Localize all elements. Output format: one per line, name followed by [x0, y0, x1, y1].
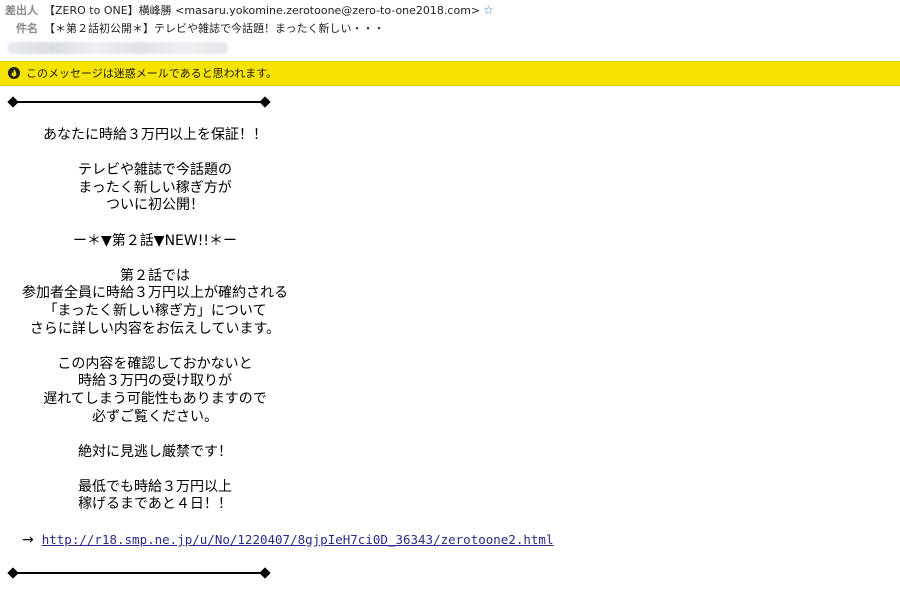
from-row: 差出人 【ZERO to ONE】横峰勝 <masaru.yokomine.zer…: [0, 1, 494, 19]
body-line: この内容を確認しておかないと: [57, 355, 253, 372]
junk-mail-banner: このメッセージは迷惑メールであると思われます。: [0, 61, 900, 86]
subject-row: 件名 【＊第２話初公開＊】テレビや雑誌で今話題！まったく新しい・・・: [0, 20, 385, 38]
star-icon[interactable]: ☆: [483, 1, 494, 19]
body-line: 時給３万円の受け取りが: [78, 373, 232, 390]
top-divider: [7, 96, 271, 108]
body-link[interactable]: http://r18.smp.ne.jp/u/No/1220407/8gjpIe…: [42, 532, 554, 547]
body-line: まったく新しい稼ぎ方が: [78, 179, 232, 196]
body-line: さらに詳しい内容をお伝えしています。: [29, 320, 281, 337]
arrow-icon: →: [22, 532, 34, 548]
message-header: 差出人 【ZERO to ONE】横峰勝 <masaru.yokomine.zer…: [0, 0, 900, 58]
body-line: 絶対に見逃し厳禁です！: [78, 443, 232, 460]
body-line: テレビや雑誌で今話題の: [78, 162, 232, 179]
link-row: → http://r18.smp.ne.jp/u/No/1220407/8gjpI…: [22, 531, 553, 550]
body-line: 「まったく新しい稼ぎ方」について: [43, 302, 267, 319]
redacted-recipient: [8, 42, 228, 54]
body-line: あなたに時給３万円以上を保証！！: [43, 127, 267, 143]
from-label: 差出人: [5, 4, 38, 17]
body-line: 第２話では: [120, 267, 190, 284]
flame-icon: [8, 67, 20, 79]
body-line: 最低でも時給３万円以上: [78, 478, 232, 495]
body-line: 必ずご覧ください。: [92, 408, 218, 425]
subject-label: 件名: [16, 22, 38, 35]
body-line: ー＊▼第２話▼NEW!!＊ー: [73, 232, 237, 249]
body-line: ついに初公開！: [106, 197, 204, 214]
message-body: あなたに時給３万円以上を保証！！ テレビや雑誌で今話題の まったく新しい稼ぎ方が つい…: [0, 127, 310, 514]
junk-banner-text: このメッセージは迷惑メールであると思われます。: [26, 67, 278, 80]
from-value[interactable]: 【ZERO to ONE】横峰勝 <masaru.yokomine.zeroto…: [44, 4, 480, 17]
body-line: 参加者全員に時給３万円以上が確約される: [22, 285, 288, 302]
subject-value: 【＊第２話初公開＊】テレビや雑誌で今話題！まったく新しい・・・: [44, 22, 385, 35]
bottom-divider: [7, 567, 271, 579]
body-line: 遅れてしまう可能性もありますので: [43, 390, 267, 407]
body-line: 稼げるまであと４日！！: [78, 496, 232, 513]
